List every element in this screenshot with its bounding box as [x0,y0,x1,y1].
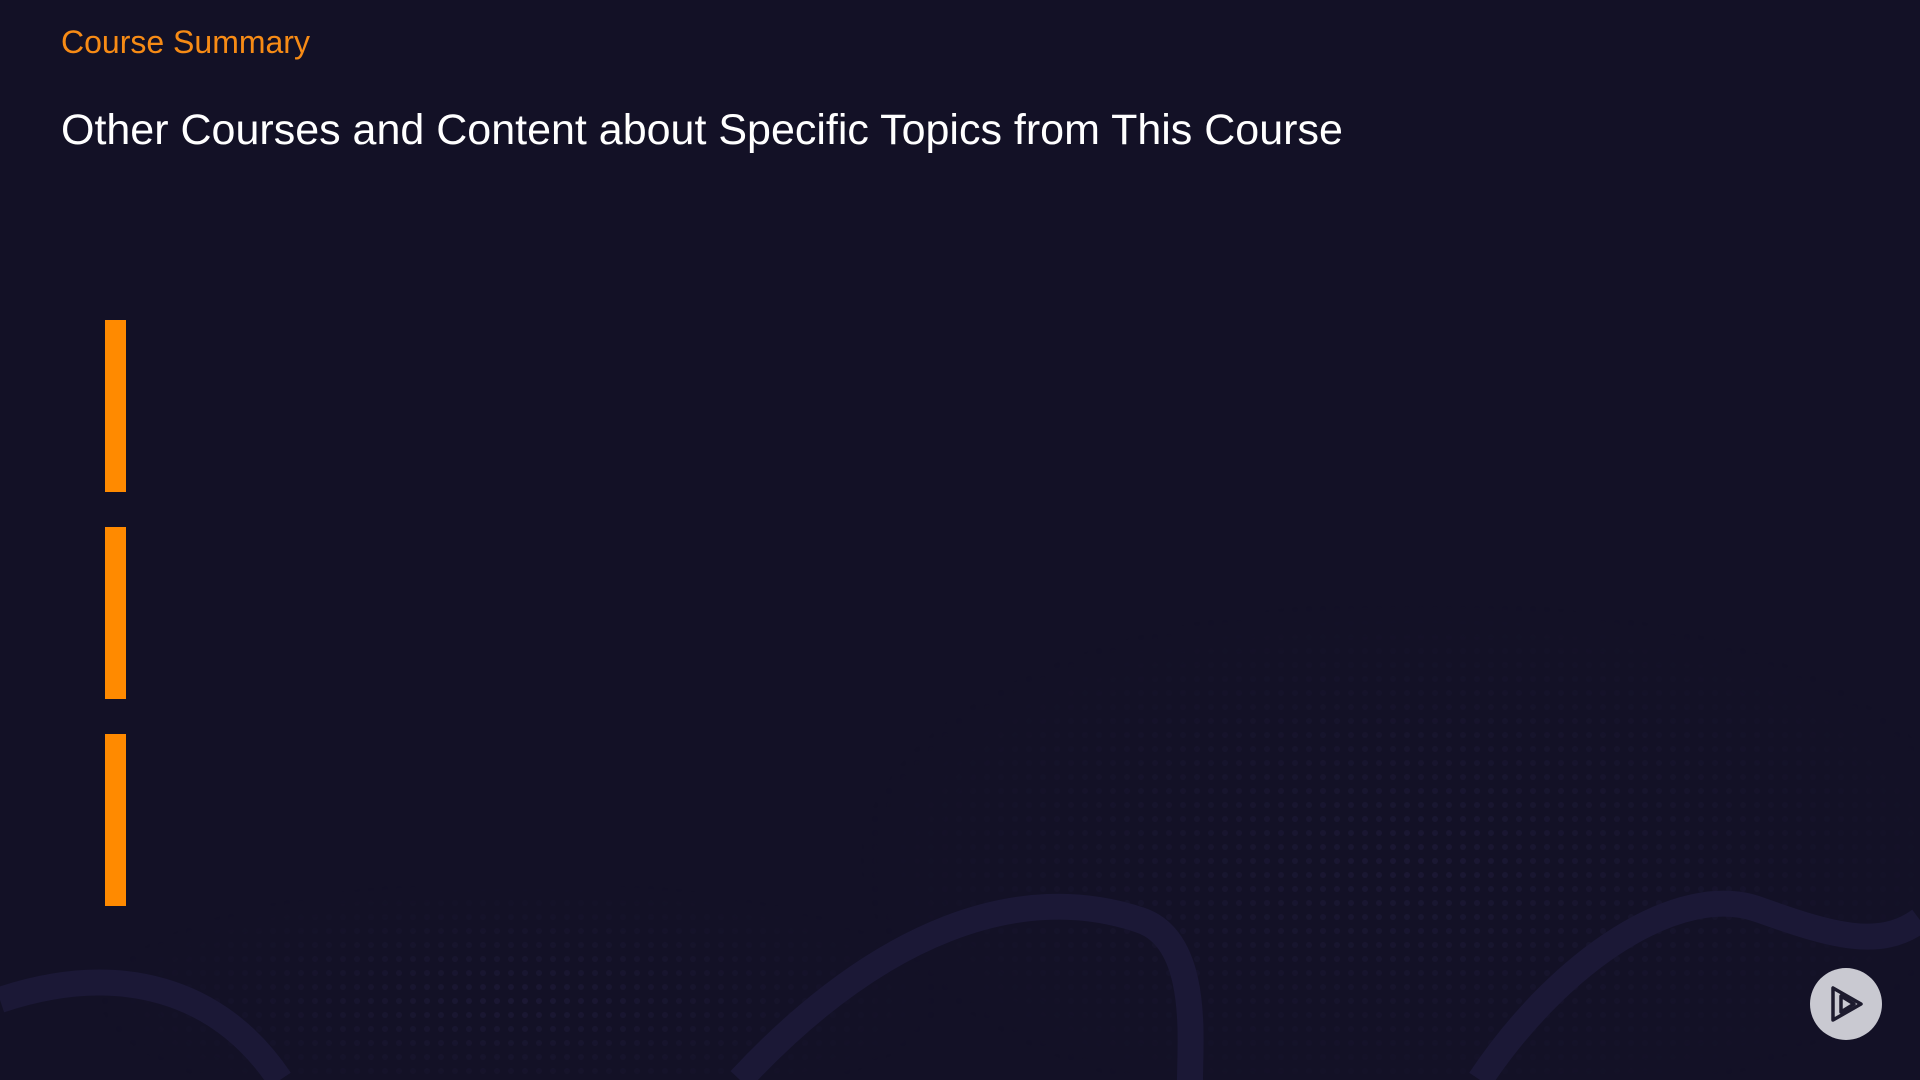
bullet-accent-bar [105,320,126,492]
bullet-accent-bar [105,734,126,906]
bullet-accent-bar [105,527,126,699]
slide: Course Summary Other Courses and Content… [0,0,1920,1080]
bullet-item [105,320,1805,492]
play-logo-button[interactable] [1810,968,1882,1040]
bullet-list [105,320,1805,941]
play-logo-icon [1831,986,1863,1022]
section-label: Course Summary [61,24,310,60]
bullet-item [105,734,1805,906]
bullet-item [105,527,1805,699]
slide-title: Other Courses and Content about Specific… [61,106,1343,154]
